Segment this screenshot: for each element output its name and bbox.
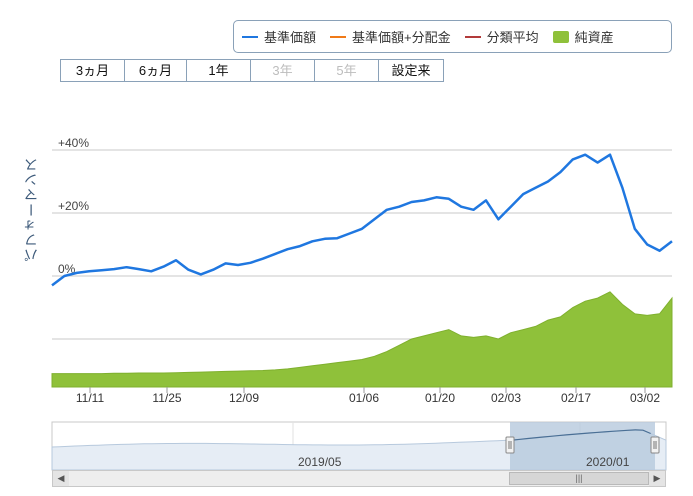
navigator-date-label: 2020/01 xyxy=(586,455,630,469)
navigator-selection xyxy=(510,422,655,470)
nav-line xyxy=(51,153,673,287)
navigator xyxy=(51,421,667,471)
x-tick-label: 02/17 xyxy=(560,391,592,405)
navigator-handle xyxy=(650,436,660,454)
x-tick-label: 11/11 xyxy=(75,391,105,405)
scrollbar-thumb[interactable]: ||| xyxy=(509,472,649,485)
nav-series-line xyxy=(51,153,673,287)
navigator-scrollbar[interactable]: ◀ ||| ▶ xyxy=(52,470,666,487)
scroll-right-arrow-icon[interactable]: ▶ xyxy=(649,471,665,486)
x-tick-label: 01/06 xyxy=(348,391,380,405)
performance-chart[interactable] xyxy=(0,0,693,496)
x-tick-label: 12/09 xyxy=(228,391,260,405)
navigator-handle xyxy=(505,436,515,454)
x-tick-label: 01/20 xyxy=(424,391,456,405)
navigator-date-label: 2019/05 xyxy=(298,455,342,469)
x-tick-label: 11/25 xyxy=(152,391,182,405)
scroll-left-arrow-icon[interactable]: ◀ xyxy=(53,471,69,486)
x-tick-label: 03/02 xyxy=(629,391,661,405)
x-tick-label: 02/03 xyxy=(490,391,522,405)
